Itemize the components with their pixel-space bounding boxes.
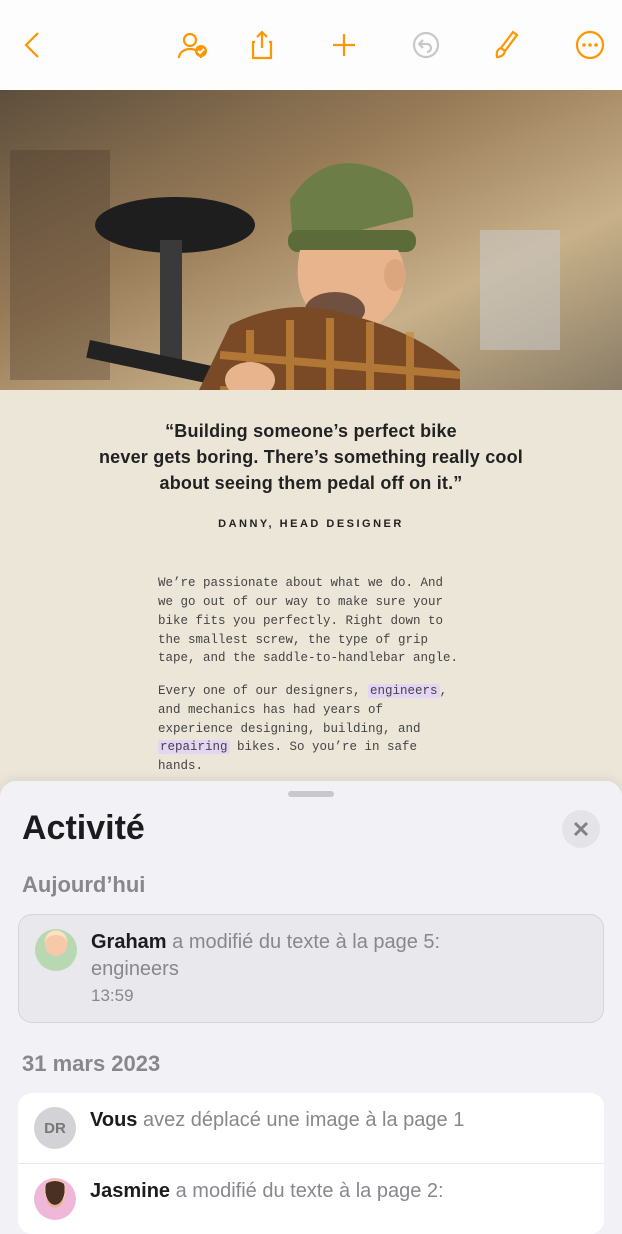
date-header-past: 31 mars 2023	[18, 1047, 604, 1093]
quote-attribution: DANNY, HEAD DESIGNER	[60, 518, 562, 530]
more-button[interactable]	[570, 25, 610, 65]
activity-user: Jasmine	[90, 1180, 170, 1202]
quote-line2: never gets boring. There’s something rea…	[99, 447, 523, 467]
ellipsis-circle-icon	[575, 30, 605, 60]
avatar	[35, 929, 77, 971]
activity-action: a modifié du texte à la page 5:	[167, 931, 441, 953]
activity-time: 13:59	[91, 985, 587, 1008]
paragraph-2[interactable]: Every one of our designers, engineers, a…	[158, 682, 464, 776]
activity-group: DR Vous avez déplacé une image à la page…	[18, 1093, 604, 1234]
paragraph-1[interactable]: We’re passionate about what we do. And w…	[158, 574, 464, 668]
activity-action: a modifié du texte à la page 2:	[170, 1180, 444, 1202]
activity-item[interactable]: Graham a modifié du texte à la page 5: e…	[18, 914, 604, 1023]
toolbar	[0, 0, 622, 90]
activity-action: avez déplacé une image à la page 1	[137, 1109, 464, 1131]
highlight-repairing[interactable]: repairing	[158, 740, 230, 754]
activity-item[interactable]: DR Vous avez déplacé une image à la page…	[18, 1093, 604, 1163]
activity-panel: Activité Aujourd’hui Graham a modifié du…	[0, 781, 622, 1234]
hero-image	[0, 90, 622, 390]
share-button[interactable]	[242, 25, 282, 65]
plus-icon	[329, 30, 359, 60]
quote-line1: “Building someone’s perfect bike	[165, 421, 457, 441]
undo-icon	[411, 30, 441, 60]
add-button[interactable]	[324, 25, 364, 65]
highlight-engineers[interactable]: engineers	[368, 684, 440, 698]
date-header-today: Aujourd’hui	[18, 868, 604, 914]
share-icon	[248, 29, 276, 61]
back-button[interactable]	[12, 25, 52, 65]
chevron-left-icon	[21, 30, 43, 60]
paintbrush-icon	[493, 28, 523, 62]
activity-user: Vous	[90, 1109, 137, 1131]
quote-line3: about seeing them pedal off on it.”	[159, 473, 462, 493]
undo-button[interactable]	[406, 25, 446, 65]
activity-item[interactable]: Jasmine a modifié du texte à la page 2:	[18, 1163, 604, 1234]
collaborate-button[interactable]	[172, 25, 212, 65]
panel-title: Activité	[22, 809, 145, 848]
close-icon	[572, 820, 590, 838]
drag-handle[interactable]	[288, 791, 334, 797]
hero-illustration	[0, 90, 622, 390]
format-button[interactable]	[488, 25, 528, 65]
person-check-icon	[175, 30, 209, 60]
close-button[interactable]	[562, 810, 600, 848]
activity-detail: engineers	[91, 956, 587, 983]
quote-block: “Building someone’s perfect bike never g…	[0, 390, 622, 538]
avatar: DR	[34, 1107, 76, 1149]
activity-user: Graham	[91, 931, 167, 953]
avatar	[34, 1178, 76, 1220]
